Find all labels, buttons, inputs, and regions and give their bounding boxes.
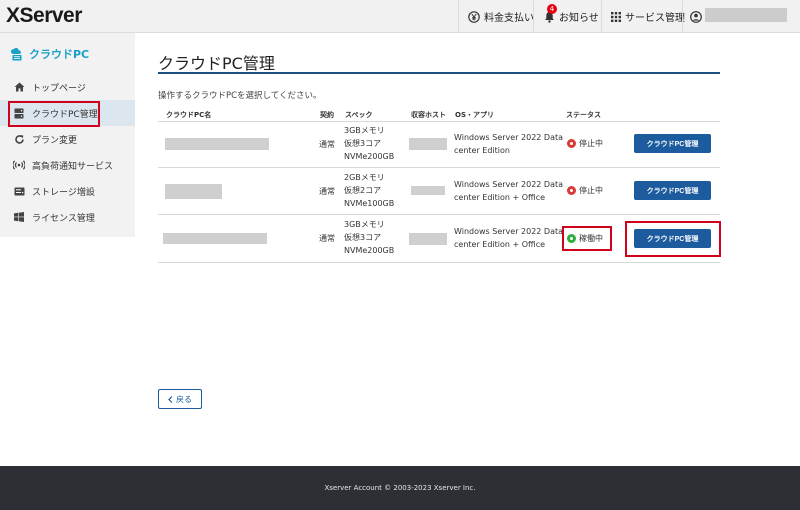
sidebar-item-top-page[interactable]: トップページ bbox=[0, 74, 135, 100]
status-badge: 停止中 bbox=[567, 185, 603, 196]
host-redacted bbox=[409, 233, 447, 245]
pc-name-redacted bbox=[165, 138, 269, 150]
host-redacted bbox=[411, 186, 445, 195]
status-badge: 停止中 bbox=[567, 138, 603, 149]
windows-icon bbox=[13, 212, 25, 222]
spec-cell: 3GBメモリ 仮想3コア NVMe200GB bbox=[344, 126, 395, 161]
user-name-redacted bbox=[705, 8, 787, 22]
sidebar-item-storage-expansion[interactable]: ストレージ増設 bbox=[0, 178, 135, 204]
column-header-host: 収容ホスト bbox=[411, 111, 446, 119]
cloud-pc-manage-button[interactable]: クラウドPC管理 bbox=[634, 134, 711, 153]
pc-name-redacted bbox=[165, 184, 222, 199]
header-divider bbox=[682, 0, 683, 33]
column-header-os: OS・アプリ bbox=[455, 111, 494, 119]
sidebar-title: クラウドPC bbox=[10, 46, 89, 62]
notification-badge: 4 bbox=[547, 3, 557, 14]
highlight-box-sidebar bbox=[8, 101, 100, 127]
chevron-left-icon bbox=[168, 395, 173, 403]
sidebar: クラウドPC トップページ クラウドPC管理 プラン変更 高負荷通知サービス ス… bbox=[0, 33, 135, 237]
pc-name-redacted bbox=[163, 233, 267, 244]
table-divider bbox=[158, 121, 720, 122]
title-divider bbox=[158, 72, 720, 74]
header-divider bbox=[458, 0, 459, 33]
sidebar-item-high-load-alert[interactable]: 高負荷通知サービス bbox=[0, 152, 135, 178]
header-nav-services-label: サービス管理 bbox=[625, 13, 685, 24]
column-header-spec: スペック bbox=[345, 111, 373, 119]
header-divider bbox=[601, 0, 602, 33]
status-stopped-icon bbox=[567, 186, 576, 195]
header-nav-notices-label: お知らせ bbox=[559, 13, 599, 24]
back-button[interactable]: 戻る bbox=[158, 389, 202, 409]
bell-icon: 4 bbox=[544, 3, 557, 23]
header-nav-payment-label: 料金支払い bbox=[484, 13, 534, 24]
top-header: XServer 料金支払い 4 お知らせ サービス管理 bbox=[0, 0, 800, 33]
header-nav-notices[interactable]: 4 お知らせ bbox=[544, 0, 599, 33]
storage-icon bbox=[13, 187, 25, 196]
yen-icon bbox=[468, 10, 480, 23]
column-header-contract: 契約 bbox=[320, 111, 334, 119]
os-cell: Windows Server 2022 Data center Edition bbox=[454, 133, 564, 155]
footer: Xserver Account © 2003-2023 Xserver Inc. bbox=[0, 466, 800, 510]
status-stopped-icon bbox=[567, 139, 576, 148]
user-icon bbox=[690, 10, 702, 23]
header-divider bbox=[533, 0, 534, 33]
column-header-status: ステータス bbox=[566, 111, 601, 119]
contract-cell: 通常 bbox=[319, 234, 335, 243]
column-header-name: クラウドPC名 bbox=[166, 111, 212, 119]
instruction-text: 操作するクラウドPCを選択してください。 bbox=[158, 91, 322, 101]
header-nav-payment[interactable]: 料金支払い bbox=[468, 0, 534, 33]
host-redacted bbox=[409, 138, 447, 150]
spec-cell: 2GBメモリ 仮想2コア NVMe100GB bbox=[344, 173, 395, 208]
home-icon bbox=[13, 82, 25, 92]
contract-cell: 通常 bbox=[319, 187, 335, 196]
grid-icon bbox=[611, 11, 621, 22]
contract-cell: 通常 bbox=[319, 140, 335, 149]
user-menu[interactable] bbox=[690, 0, 706, 33]
header-nav-services[interactable]: サービス管理 bbox=[611, 0, 685, 33]
table-divider bbox=[158, 167, 720, 168]
refresh-icon bbox=[13, 134, 25, 145]
sidebar-item-plan-change[interactable]: プラン変更 bbox=[0, 126, 135, 152]
signal-icon bbox=[13, 160, 25, 170]
table-divider bbox=[158, 262, 720, 263]
cloud-pc-icon bbox=[10, 47, 24, 61]
xserver-logo[interactable]: XServer bbox=[6, 4, 82, 28]
spec-cell: 3GBメモリ 仮想3コア NVMe200GB bbox=[344, 220, 395, 255]
highlight-box-manage-button bbox=[625, 221, 721, 257]
page-title: クラウドPC管理 bbox=[158, 54, 275, 73]
table-divider bbox=[158, 214, 720, 215]
os-cell: Windows Server 2022 Data center Edition … bbox=[454, 180, 564, 202]
cloud-pc-manage-button[interactable]: クラウドPC管理 bbox=[634, 181, 711, 200]
sidebar-item-license-management[interactable]: ライセンス管理 bbox=[0, 204, 135, 230]
copyright-text: Xserver Account © 2003-2023 Xserver Inc. bbox=[324, 484, 476, 492]
highlight-box-status bbox=[562, 226, 612, 251]
os-cell: Windows Server 2022 Data center Edition … bbox=[454, 227, 564, 249]
